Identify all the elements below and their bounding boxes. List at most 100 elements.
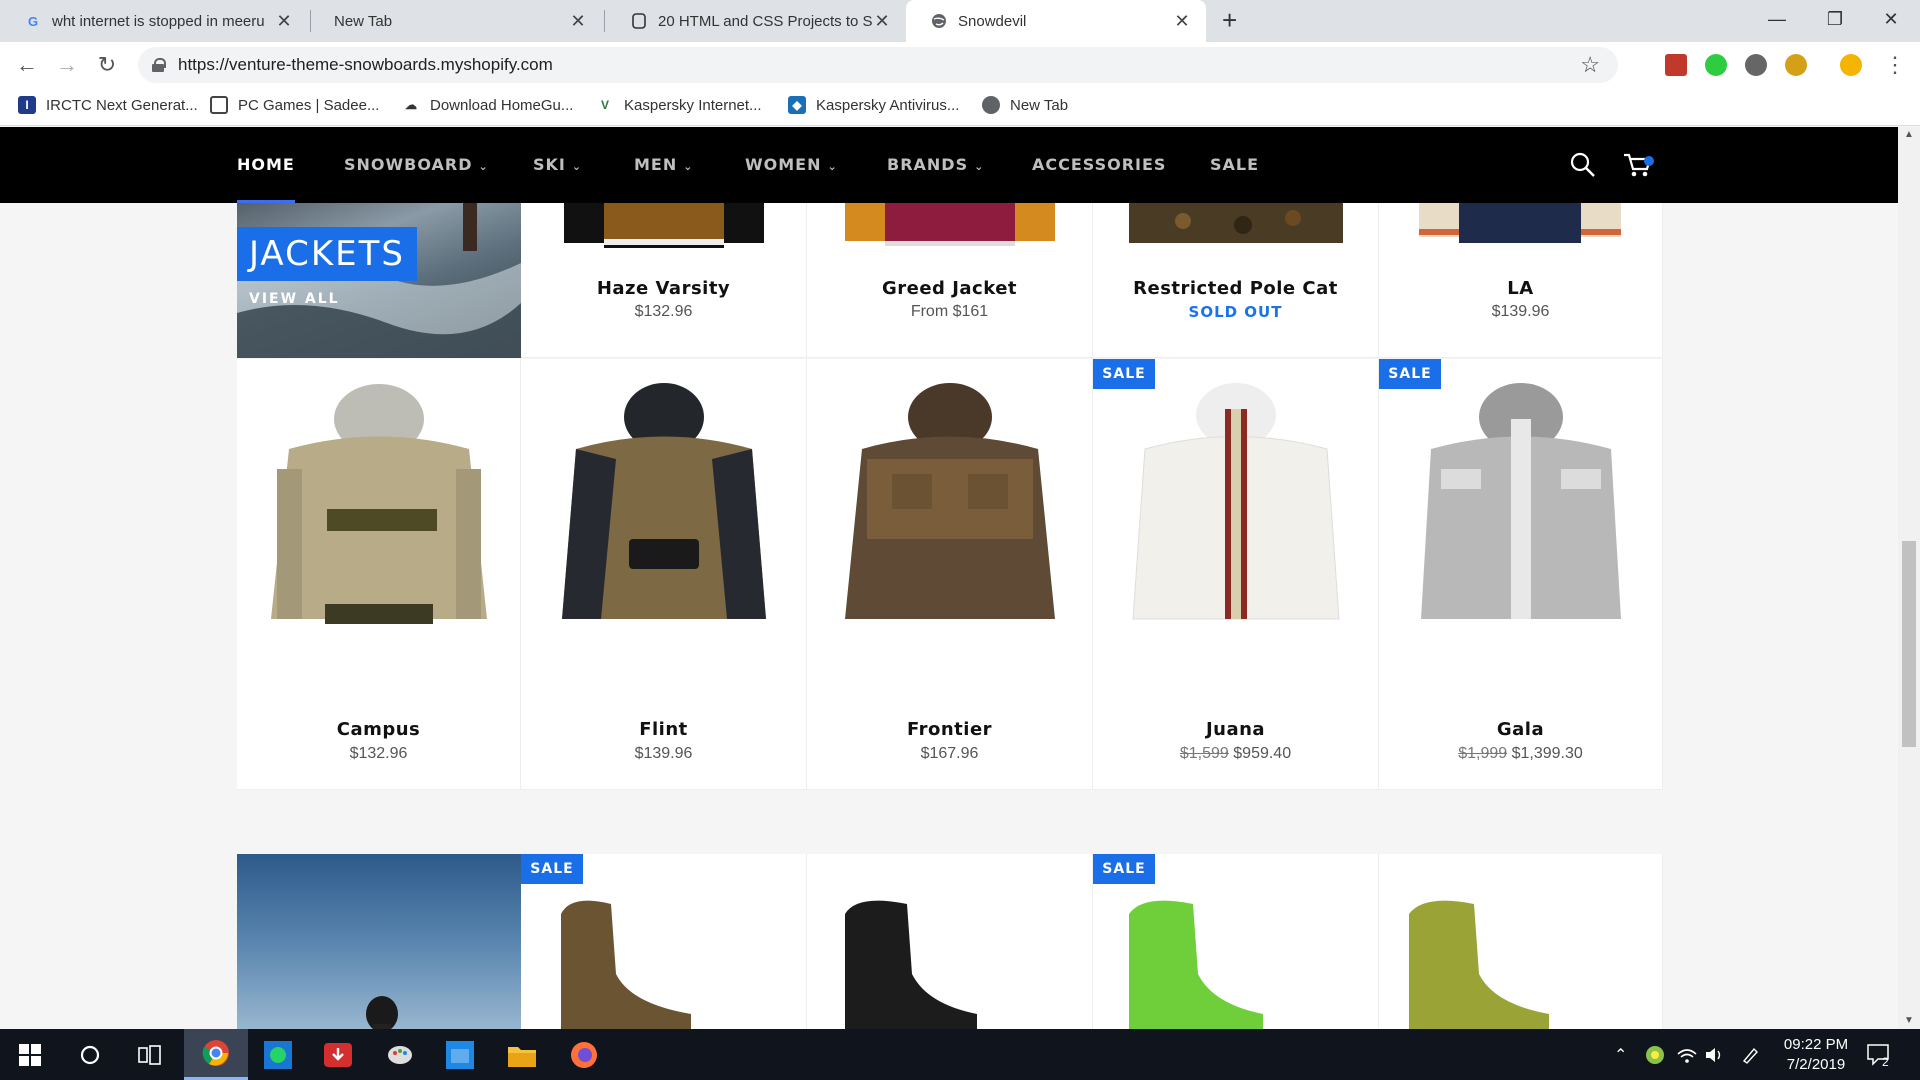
wifi-icon[interactable] <box>1676 1029 1698 1080</box>
nav-ski[interactable]: SKI ⌄ <box>533 127 582 203</box>
original-price: $1,599 <box>1179 745 1229 762</box>
cart-icon[interactable] <box>1622 151 1654 184</box>
bookmark-star-icon[interactable]: ☆ <box>1580 52 1600 78</box>
bookmark-item[interactable]: ◆ Kaspersky Antivirus... <box>788 96 959 114</box>
product-card[interactable]: SALE Juana $1,599 $959.40 <box>1093 359 1379 790</box>
clock-date: 7/2/2019 <box>1786 1056 1846 1073</box>
browser-tab-active[interactable]: Snowdevil ✕ <box>906 0 1206 42</box>
sale-price: $959.40 <box>1233 745 1292 762</box>
binding-image <box>1409 900 1549 1029</box>
tray-app-icon[interactable] <box>1645 1029 1665 1080</box>
close-tab-icon[interactable]: ✕ <box>872 11 892 32</box>
restore-icon[interactable]: ❐ <box>1806 0 1864 42</box>
product-card[interactable]: LA $139.96 <box>1379 203 1663 358</box>
bookmark-item[interactable]: V Kaspersky Internet... <box>596 96 762 114</box>
scroll-up-icon[interactable]: ▲ <box>1898 127 1920 143</box>
close-window-icon[interactable]: ✕ <box>1862 0 1920 42</box>
scrollbar-thumb[interactable] <box>1902 541 1916 747</box>
forward-icon[interactable]: → <box>52 50 82 80</box>
calendar-app-icon[interactable] <box>430 1029 490 1080</box>
chevron-down-icon: ⌄ <box>571 160 583 173</box>
browser-tab[interactable]: 20 HTML and CSS Projects to Sh ✕ <box>606 0 906 42</box>
action-center-icon[interactable]: 2 <box>1866 1029 1892 1080</box>
system-clock[interactable]: 09:22 PM 7/2/2019 <box>1756 1035 1876 1075</box>
minimize-icon[interactable]: — <box>1748 0 1806 42</box>
chevron-down-icon: ⌄ <box>683 160 694 173</box>
globe-icon <box>982 96 1000 114</box>
nav-women[interactable]: WOMEN ⌄ <box>745 127 838 203</box>
sale-badge: SALE <box>1093 854 1155 884</box>
cloud-download-icon: ☁ <box>405 98 417 112</box>
product-card[interactable] <box>1379 854 1663 1029</box>
back-icon[interactable]: ← <box>12 50 42 80</box>
collection-card[interactable]: JACKETS VIEW ALL <box>237 203 521 358</box>
nav-home[interactable]: HOME <box>237 127 295 203</box>
nav-sale[interactable]: SALE <box>1210 127 1259 203</box>
address-bar[interactable]: https://venture-theme-snowboards.myshopi… <box>138 47 1618 83</box>
product-card[interactable]: Restricted Pole Cat SOLD OUT <box>1093 203 1379 358</box>
browser-toolbar: ← → ↻ https://venture-theme-snowboards.m… <box>0 42 1920 88</box>
shield-icon: ◆ <box>788 96 806 114</box>
collection-card[interactable] <box>237 854 521 1029</box>
binding-image <box>561 900 691 1029</box>
binding-image <box>845 900 977 1029</box>
whatsapp-icon[interactable] <box>248 1029 308 1080</box>
sale-badge: SALE <box>1093 359 1155 389</box>
show-hidden-icons[interactable]: ⌃ <box>1614 1029 1627 1080</box>
close-tab-icon[interactable]: ✕ <box>1172 11 1192 32</box>
scroll-down-icon[interactable]: ▼ <box>1898 1013 1920 1029</box>
menu-icon[interactable]: ⋮ <box>1880 50 1910 80</box>
chevron-down-icon: ⌄ <box>478 160 489 173</box>
windows-start-icon[interactable] <box>0 1029 60 1080</box>
globe-icon <box>930 12 948 30</box>
url-text[interactable]: https://venture-theme-snowboards.myshopi… <box>178 55 553 75</box>
close-tab-icon[interactable]: ✕ <box>568 11 588 32</box>
nav-snowboard[interactable]: SNOWBOARD ⌄ <box>344 127 489 203</box>
product-card[interactable]: Flint $139.96 <box>521 359 807 790</box>
profile-avatar[interactable] <box>1840 54 1862 76</box>
product-card[interactable]: Campus $132.96 <box>237 359 521 790</box>
product-card[interactable]: SALE <box>1093 854 1379 1029</box>
nav-men[interactable]: MEN ⌄ <box>634 127 693 203</box>
chrome-taskbar-icon[interactable] <box>184 1029 248 1080</box>
extension-icon[interactable] <box>1785 54 1807 76</box>
volume-icon[interactable] <box>1704 1029 1724 1080</box>
bookmark-item[interactable]: PC Games | Sadee... <box>210 96 379 114</box>
product-image <box>1419 203 1621 243</box>
browser-tab[interactable]: G wht internet is stopped in meeru ✕ <box>0 0 308 42</box>
product-card[interactable]: Haze Varsity $132.96 <box>521 203 807 358</box>
product-card[interactable]: Frontier $167.96 <box>807 359 1093 790</box>
product-card[interactable]: Greed Jacket From $161 <box>807 203 1093 358</box>
task-view-icon[interactable] <box>120 1029 180 1080</box>
download-manager-icon[interactable] <box>308 1029 368 1080</box>
extension-icon[interactable] <box>1705 54 1727 76</box>
pdf-extension-icon[interactable] <box>1665 54 1687 76</box>
nav-accessories[interactable]: ACCESSORIES <box>1032 127 1166 203</box>
page-scrollbar[interactable]: ▲ ▼ <box>1898 127 1920 1029</box>
firefox-icon[interactable] <box>554 1029 614 1080</box>
product-card[interactable]: SALE Gala $1,999 $1,399.30 <box>1379 359 1663 790</box>
close-tab-icon[interactable]: ✕ <box>274 11 294 32</box>
extension-icon[interactable] <box>1745 54 1767 76</box>
chevron-down-icon: ⌄ <box>974 160 985 173</box>
product-card[interactable]: SALE <box>521 854 807 1029</box>
view-all-link[interactable]: VIEW ALL <box>249 291 340 307</box>
paint-icon[interactable] <box>370 1029 430 1080</box>
reload-icon[interactable]: ↻ <box>92 50 122 80</box>
browser-tab-strip: G wht internet is stopped in meeru ✕ New… <box>0 0 1920 42</box>
collection-title: JACKETS <box>237 227 417 281</box>
bookmarks-bar: I IRCTC Next Generat... PC Games | Sadee.… <box>0 88 1920 126</box>
bookmark-item[interactable]: ☁ Download HomeGu... <box>402 96 573 114</box>
nav-brands[interactable]: BRANDS ⌄ <box>887 127 984 203</box>
product-card[interactable] <box>807 854 1093 1029</box>
new-tab-button[interactable]: + <box>1222 7 1237 33</box>
search-icon[interactable] <box>1570 152 1596 183</box>
bookmark-item[interactable]: New Tab <box>982 96 1068 114</box>
product-image <box>271 384 487 624</box>
product-image <box>1132 383 1340 620</box>
product-image <box>1421 383 1621 619</box>
file-explorer-icon[interactable] <box>492 1029 552 1080</box>
search-cortana-icon[interactable] <box>60 1029 120 1080</box>
bookmark-item[interactable]: I IRCTC Next Generat... <box>18 96 198 114</box>
browser-tab[interactable]: New Tab ✕ <box>310 0 602 42</box>
